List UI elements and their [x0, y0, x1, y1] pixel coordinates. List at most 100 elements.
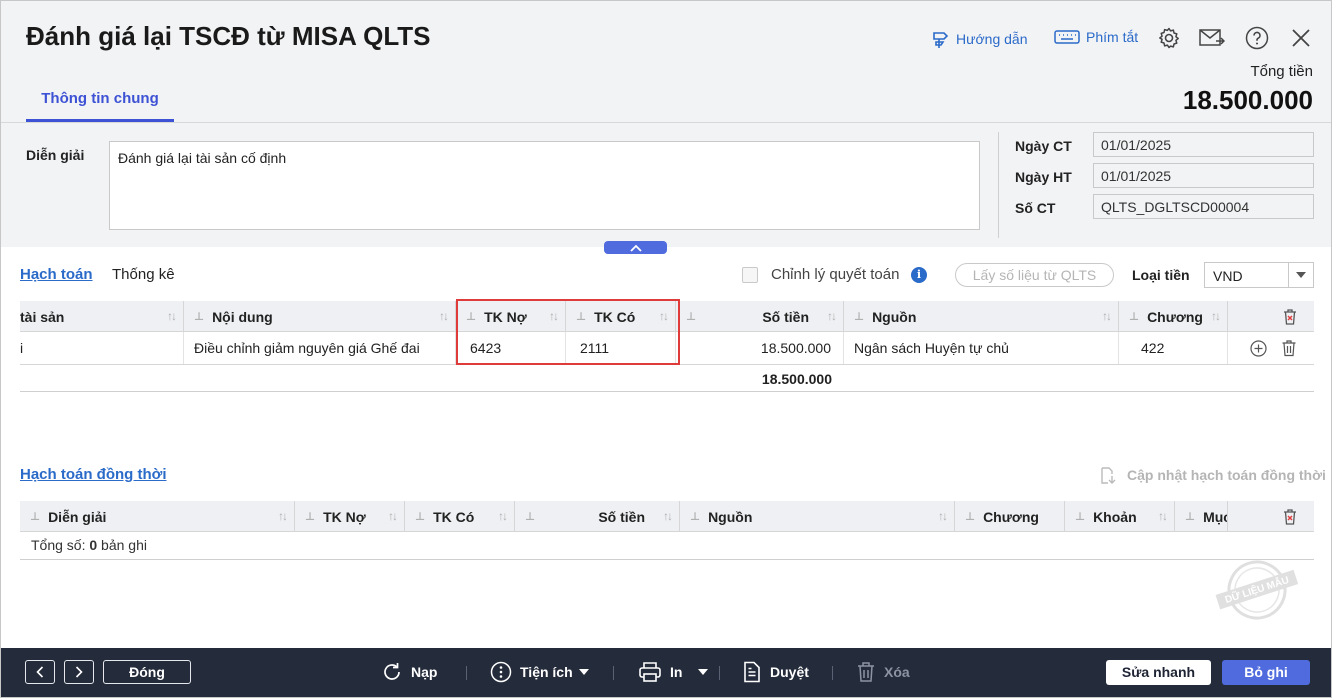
chevron-down-icon[interactable]	[1288, 263, 1313, 287]
download-doc-icon	[1101, 467, 1116, 484]
column-debit-label: TK Nợ	[323, 508, 366, 525]
delete-button[interactable]: Xóa	[856, 661, 910, 683]
pin-icon: ⊥	[194, 311, 205, 323]
column-asset-label: tài sản	[20, 308, 65, 325]
tab-statistics[interactable]: Thống kê	[112, 266, 175, 283]
pin-icon: ⊥	[1075, 511, 1086, 523]
pin-icon: ⊥	[1129, 311, 1140, 323]
toolbar-separator	[466, 666, 467, 680]
record-summary: Tổng số: 0 bản ghi	[20, 532, 1314, 560]
column-credit[interactable]: ⊥ TK Có ↑↓	[405, 501, 515, 532]
cell-content[interactable]: Điều chỉnh giảm nguyên giá Ghế đai	[184, 332, 456, 364]
column-chapter[interactable]: ⊥ Chương	[955, 501, 1065, 532]
trash-icon[interactable]	[1281, 339, 1297, 357]
shortcut-link[interactable]: Phím tắt	[1054, 29, 1138, 45]
pin-icon: ⊥	[686, 311, 697, 323]
sort-icon: ↑↓	[827, 309, 837, 323]
column-category[interactable]: ⊥ Mục	[1175, 501, 1228, 532]
caret-down-icon	[698, 669, 709, 675]
utilities-menu[interactable]: Tiện ích	[490, 661, 589, 683]
finalize-checkbox[interactable]	[742, 267, 758, 283]
column-amount-label: Số tiền	[598, 508, 645, 525]
concurrent-accounting-link[interactable]: Hạch toán đồng thời	[20, 466, 166, 483]
column-content[interactable]: ⊥ Nội dung ↑↓	[184, 301, 456, 332]
doc-date-field[interactable]: 01/01/2025	[1093, 132, 1314, 157]
guide-link[interactable]: Hướng dẫn	[930, 29, 1027, 49]
column-item[interactable]: ⊥ Khoản ↑↓	[1065, 501, 1175, 532]
info-icon[interactable]: i	[911, 267, 927, 283]
update-concurrent-button[interactable]: Cập nhật hạch toán đồng thời	[1099, 465, 1326, 485]
next-button[interactable]	[64, 660, 94, 684]
sort-icon: ↑↓	[663, 509, 673, 523]
doc-no-field[interactable]: QLTS_DGLTSCD00004	[1093, 194, 1314, 219]
delete-all-rows-button[interactable]	[1228, 501, 1314, 532]
keyboard-icon	[1054, 30, 1080, 44]
description-label: Diễn giải	[26, 147, 85, 163]
currency-select[interactable]: VND	[1204, 262, 1314, 288]
tab-general-info[interactable]: Thông tin chung	[26, 80, 174, 122]
dots-circle-icon	[490, 661, 512, 683]
column-debit[interactable]: ⊥ TK Nợ ↑↓	[295, 501, 405, 532]
toolbar-separator	[832, 666, 833, 680]
column-description[interactable]: ⊥ Diễn giải ↑↓	[20, 501, 295, 532]
pin-icon: ⊥	[415, 511, 426, 523]
column-chapter[interactable]: ⊥ Chương ↑↓	[1119, 301, 1228, 332]
unpost-button[interactable]: Bỏ ghi	[1222, 660, 1310, 685]
column-amount[interactable]: ⊥ Số tiền ↑↓	[515, 501, 680, 532]
column-description-label: Diễn giải	[48, 508, 107, 525]
pin-icon: ⊥	[525, 511, 536, 523]
pin-icon: ⊥	[30, 511, 41, 523]
delete-label: Xóa	[884, 664, 910, 680]
settings-gear-icon[interactable]	[1156, 25, 1182, 51]
chevron-up-icon	[629, 244, 642, 252]
previous-button[interactable]	[25, 660, 55, 684]
column-source[interactable]: ⊥ Nguồn ↑↓	[844, 301, 1119, 332]
page-title: Đánh giá lại TSCĐ từ MISA QLTS	[26, 21, 431, 51]
cell-source[interactable]: Ngân sách Huyện tự chủ	[844, 332, 1119, 364]
sort-icon: ↑↓	[498, 509, 508, 523]
mail-icon[interactable]	[1199, 25, 1225, 51]
close-button[interactable]: Đóng	[103, 660, 191, 684]
print-menu[interactable]: In	[638, 661, 709, 683]
caret-down-icon	[578, 669, 589, 675]
column-item-label: Khoản	[1093, 508, 1137, 525]
sample-data-stamp: DỮ LIỆU MẪU	[1215, 560, 1299, 620]
column-content-label: Nội dung	[212, 308, 273, 325]
column-asset[interactable]: tài sản ↑↓	[20, 301, 184, 332]
concurrent-grid: ⊥ Diễn giải ↑↓ ⊥ TK Nợ ↑↓ ⊥ TK Có ↑↓ ⊥ S…	[20, 501, 1314, 560]
total-label: Tổng tiền	[1250, 63, 1313, 80]
printer-icon	[639, 662, 661, 682]
collapse-header-button[interactable]	[604, 241, 667, 254]
header-divider	[1, 122, 1331, 123]
reload-button[interactable]: Nạp	[381, 661, 437, 683]
reload-label: Nạp	[411, 664, 438, 680]
pin-icon: ⊥	[1185, 511, 1196, 523]
document-icon	[744, 661, 760, 683]
print-label: In	[670, 664, 683, 680]
column-amount[interactable]: ⊥ Số tiền ↑↓	[676, 301, 844, 332]
column-credit-label: TK Có	[433, 508, 475, 525]
close-icon[interactable]	[1288, 25, 1314, 51]
sort-icon: ↑↓	[167, 309, 177, 323]
help-icon[interactable]	[1244, 25, 1270, 51]
bottom-toolbar: Đóng Nạp Tiện ích In Duyệt Xóa Sửa nhanh	[1, 648, 1331, 697]
form-divider	[998, 132, 999, 238]
cell-asset[interactable]: i	[20, 332, 184, 364]
delete-all-rows-button[interactable]	[1228, 301, 1314, 332]
toolbar-separator	[719, 666, 720, 680]
description-field[interactable]: Đánh giá lại tài sản cố định	[109, 141, 980, 230]
column-source[interactable]: ⊥ Nguồn ↑↓	[680, 501, 955, 532]
cell-chapter[interactable]: 422	[1119, 332, 1228, 364]
grid-header: ⊥ Diễn giải ↑↓ ⊥ TK Nợ ↑↓ ⊥ TK Có ↑↓ ⊥ S…	[20, 501, 1314, 532]
fetch-data-button[interactable]: Lấy số liệu từ QLTS	[955, 263, 1114, 287]
quick-edit-button[interactable]: Sửa nhanh	[1106, 660, 1211, 685]
cell-amount[interactable]: 18.500.000	[676, 332, 844, 364]
column-amount-label: Số tiền	[762, 308, 809, 325]
approve-button[interactable]: Duyệt	[742, 661, 809, 683]
post-date-field[interactable]: 01/01/2025	[1093, 163, 1314, 188]
trash-red-icon	[1284, 509, 1296, 525]
doc-no-label: Số CT	[1015, 200, 1056, 216]
add-row-icon[interactable]	[1250, 340, 1267, 357]
chevron-left-icon	[36, 666, 44, 678]
tab-accounting[interactable]: Hạch toán	[20, 266, 93, 283]
